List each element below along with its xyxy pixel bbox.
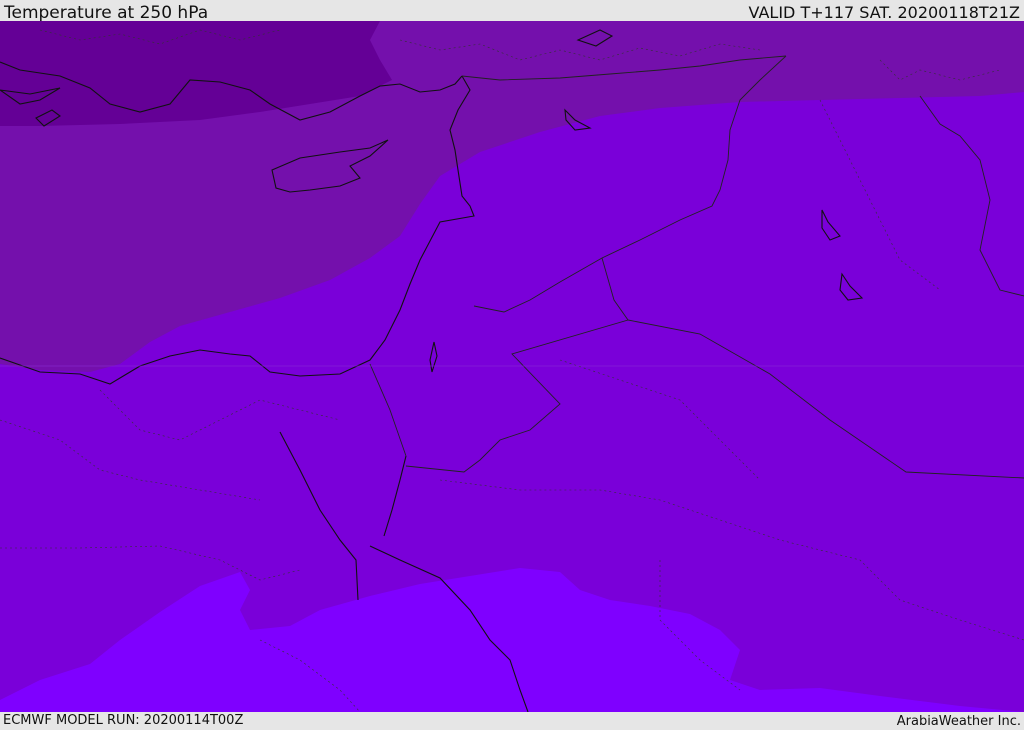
model-run-label: ECMWF MODEL RUN: 20200114T00Z xyxy=(3,713,244,728)
valid-time-label: VALID T+117 SAT. 20200118T21Z xyxy=(748,3,1020,22)
header-bar: Temperature at 250 hPa VALID T+117 SAT. … xyxy=(0,0,1024,23)
temperature-map xyxy=(0,21,1024,712)
credit-label: ArabiaWeather Inc. xyxy=(896,714,1021,729)
footer-bar: ECMWF MODEL RUN: 20200114T00Z ArabiaWeat… xyxy=(0,712,1024,729)
map-title: Temperature at 250 hPa xyxy=(4,3,209,23)
